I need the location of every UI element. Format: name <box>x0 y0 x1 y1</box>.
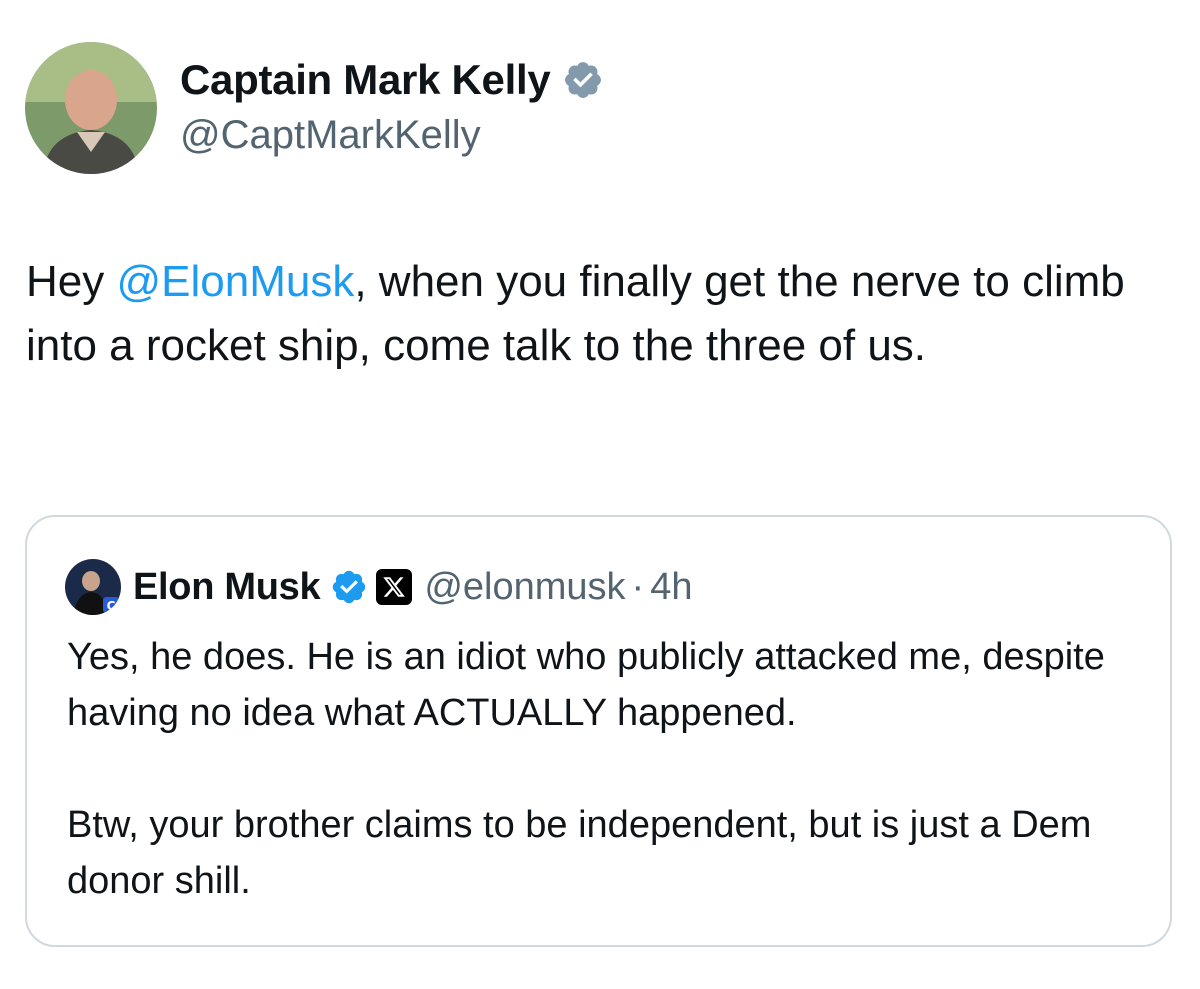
verified-blue-icon <box>333 570 366 604</box>
author-avatar[interactable] <box>25 42 157 174</box>
quoted-timestamp[interactable]: 4h <box>650 566 692 609</box>
quoted-tweet-text: Yes, he does. He is an idiot who publicl… <box>67 629 1147 909</box>
author-name[interactable]: Captain Mark Kelly <box>180 56 604 104</box>
quoted-paragraph-2: Btw, your brother claims to be independe… <box>67 804 1092 902</box>
x-logo-badge-icon <box>376 569 413 605</box>
separator-dot: · <box>631 565 645 608</box>
quoted-tweet-card[interactable]: C Elon Musk @elonmusk · 4h Yes, he does.… <box>25 515 1172 947</box>
tweet-text: Hey @ElonMusk, when you finally get the … <box>26 250 1176 378</box>
mention-link[interactable]: @ElonMusk <box>116 257 354 306</box>
verified-gray-icon <box>565 62 602 98</box>
quoted-paragraph-1: Yes, he does. He is an idiot who publicl… <box>67 636 1105 734</box>
quoted-author-handle[interactable]: @elonmusk <box>424 566 625 609</box>
svg-text:C: C <box>107 599 116 613</box>
tweet-text-start: Hey <box>26 257 117 306</box>
quoted-header: Elon Musk @elonmusk · 4h <box>133 561 692 613</box>
quoted-author-avatar[interactable]: C <box>65 559 121 615</box>
author-handle[interactable]: @CaptMarkKelly <box>180 113 481 158</box>
author-name-text: Captain Mark Kelly <box>180 56 551 103</box>
quoted-author-name[interactable]: Elon Musk <box>133 566 321 609</box>
